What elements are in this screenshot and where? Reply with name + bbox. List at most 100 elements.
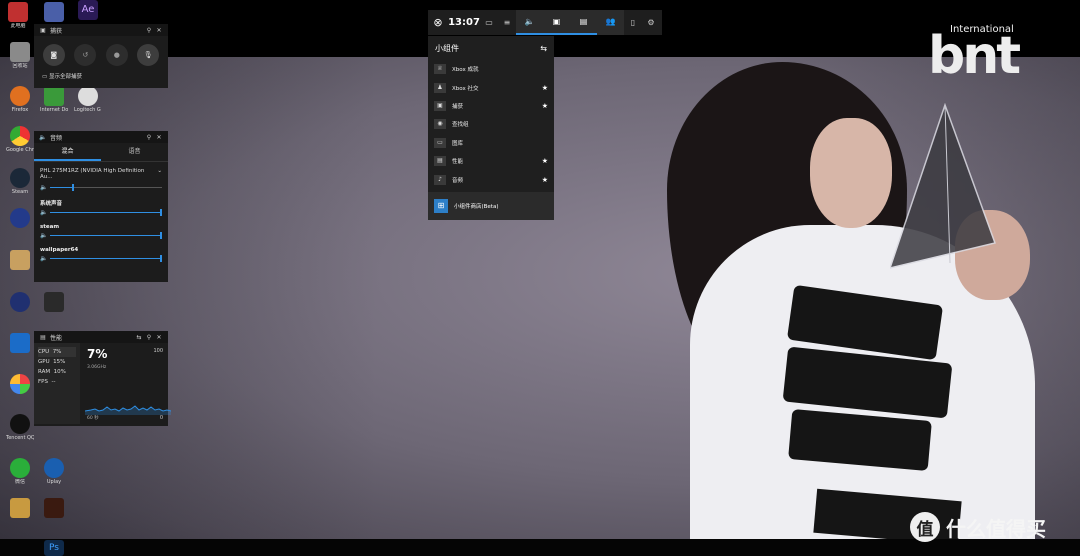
graph-max-label: 100 bbox=[153, 348, 163, 354]
wechat-icon bbox=[10, 458, 30, 478]
settings-icon[interactable]: ⇆ bbox=[134, 334, 144, 341]
record-last-button[interactable]: ↺ bbox=[74, 44, 97, 66]
star-icon[interactable]: ★ bbox=[542, 176, 548, 184]
desktop-icon[interactable]: Firefox bbox=[6, 86, 34, 113]
app-icon bbox=[10, 208, 30, 228]
widget-item-social[interactable]: ♟ Xbox 社交 ★ bbox=[428, 78, 554, 96]
desktop-icon-label: Google Chrome bbox=[6, 147, 34, 153]
mouse-icon[interactable]: ▯ bbox=[624, 18, 642, 27]
panel-title: 性能 bbox=[50, 334, 63, 342]
widget-store-button[interactable]: ⊞ 小组件商店(Beta) bbox=[428, 192, 554, 220]
show-all-label: 显示全部捕获 bbox=[48, 74, 82, 80]
desktop-icon[interactable] bbox=[6, 333, 34, 353]
master-volume-slider[interactable]: 🔈 bbox=[34, 182, 168, 193]
widget-tabs: 🔈 ▣ ▤ 👥 bbox=[516, 10, 624, 35]
desktop-icon[interactable] bbox=[40, 292, 68, 312]
stat-gpu[interactable]: GPU 15% bbox=[38, 357, 76, 367]
widget-item-audio[interactable]: ♪ 音频 ★ bbox=[428, 170, 554, 188]
desktop-icon[interactable] bbox=[6, 250, 34, 270]
desktop-icon[interactable]: Steam bbox=[6, 168, 34, 195]
app-volume-slider[interactable]: 🔈 bbox=[34, 253, 168, 264]
desktop-icon-label: Logitech G HUB bbox=[74, 107, 102, 113]
desktop-icon[interactable]: 微信 bbox=[6, 458, 34, 485]
widget-item-performance[interactable]: ▤ 性能 ★ bbox=[428, 152, 554, 170]
capture-title-bar[interactable]: ▣ 捕获 ⚲ ✕ bbox=[34, 24, 168, 36]
star-icon[interactable]: ★ bbox=[542, 84, 548, 92]
desktop-icon[interactable]: Ps bbox=[40, 540, 68, 556]
widget-item-achievements[interactable]: ♕ Xbox 成就 bbox=[428, 60, 554, 78]
close-icon[interactable]: ✕ bbox=[154, 334, 164, 341]
capture-icon[interactable]: ▣ bbox=[543, 10, 570, 35]
app-name: wallpaper64 bbox=[40, 247, 79, 253]
star-icon[interactable]: ★ bbox=[542, 157, 548, 165]
menu-icon[interactable]: ≡ bbox=[498, 18, 516, 27]
cpu-usage-line bbox=[85, 405, 171, 415]
desktop-icon[interactable] bbox=[6, 292, 34, 312]
capture-widget: ▣ 捕获 ⚲ ✕ ◙ ↺ ● 🎙 ▭ 显示全部捕获 bbox=[34, 24, 168, 88]
performance-icon: ▤ bbox=[40, 333, 46, 341]
tab-voice[interactable]: 语音 bbox=[101, 143, 168, 161]
xbox-icon[interactable]: ⊗ bbox=[428, 16, 448, 29]
pin-icon[interactable]: ⚲ bbox=[144, 134, 154, 141]
record-button[interactable]: ● bbox=[105, 44, 128, 66]
xbox-social-icon[interactable]: 👥 bbox=[597, 10, 624, 35]
graph-duration: 60 秒 bbox=[87, 416, 99, 421]
pin-icon[interactable]: ⚲ bbox=[144, 27, 154, 34]
glass-pyramid-prop bbox=[890, 103, 996, 269]
steam-icon bbox=[10, 168, 30, 188]
desktop-icon[interactable] bbox=[40, 498, 68, 518]
watermark-icon: 值 bbox=[910, 512, 940, 542]
desktop-icon-label: Firefox bbox=[11, 107, 29, 113]
perf-stat-list: CPU 7% GPU 15% RAM 10% FPS -- bbox=[34, 343, 80, 424]
widget-item-capture[interactable]: ▣ 捕获 ★ bbox=[428, 97, 554, 115]
pin-icon[interactable]: ⚲ bbox=[144, 334, 154, 341]
desktop-icon[interactable]: Tencent QQ bbox=[6, 414, 34, 441]
desktop-icon[interactable]: 回收站 bbox=[6, 42, 34, 69]
app-volume-slider[interactable]: 🔈 bbox=[34, 230, 168, 241]
chevron-down-icon: ⌄ bbox=[157, 168, 162, 174]
performance-icon[interactable]: ▤ bbox=[570, 10, 597, 35]
desktop-icon-label: Steam bbox=[11, 189, 29, 195]
gallery-icon: ▭ bbox=[42, 74, 48, 80]
close-icon[interactable]: ✕ bbox=[154, 27, 164, 34]
desktop-icon-label: Internet Download bbox=[40, 107, 68, 113]
desktop-icon[interactable] bbox=[6, 208, 34, 228]
gear-icon[interactable]: ⚙ bbox=[642, 18, 660, 27]
logitech-icon bbox=[78, 86, 98, 106]
desktop-icon[interactable]: 此电脑 bbox=[4, 2, 32, 29]
social-icon: ♟ bbox=[434, 82, 446, 93]
mic-toggle-button[interactable]: 🎙 bbox=[137, 44, 160, 66]
audio-title-bar[interactable]: 🔈 音频 ⚲ ✕ bbox=[34, 131, 168, 143]
stat-fps[interactable]: FPS -- bbox=[38, 377, 76, 387]
performance-title-bar[interactable]: ▤ 性能 ⇆ ⚲ ✕ bbox=[34, 331, 168, 343]
customize-icon[interactable]: ⇆ bbox=[540, 44, 547, 53]
volume-icon: 🔈 bbox=[40, 232, 48, 239]
gallery-icon: ▭ bbox=[434, 137, 446, 148]
output-device-select[interactable]: PHL 275M1RZ (NVIDIA High Definition Au..… bbox=[34, 162, 168, 182]
desktop-icon[interactable]: Google Chrome bbox=[6, 126, 34, 153]
audio-icon[interactable]: 🔈 bbox=[516, 10, 543, 35]
stat-cpu[interactable]: CPU 7% bbox=[38, 347, 76, 357]
desktop-icon[interactable]: Logitech G HUB bbox=[74, 86, 102, 113]
widget-item-lfg[interactable]: ◉ 查找组 bbox=[428, 115, 554, 133]
desktop-icon[interactable] bbox=[6, 498, 34, 518]
battery-icon: ▭ bbox=[485, 18, 493, 27]
screenshot-button[interactable]: ◙ bbox=[42, 44, 65, 66]
desktop-icon[interactable]: Internet Download bbox=[40, 86, 68, 113]
close-icon[interactable]: ✕ bbox=[154, 134, 164, 141]
app-volume-slider[interactable]: 🔈 bbox=[34, 207, 168, 218]
star-icon[interactable]: ★ bbox=[542, 102, 548, 110]
clock: 13:07 bbox=[448, 17, 480, 28]
show-all-captures-link[interactable]: ▭ 显示全部捕获 bbox=[34, 70, 168, 82]
stat-ram[interactable]: RAM 10% bbox=[38, 367, 76, 377]
tab-mix[interactable]: 混合 bbox=[34, 143, 101, 161]
widget-item-label: 图库 bbox=[452, 140, 464, 147]
desktop-icon[interactable] bbox=[6, 374, 34, 394]
audio-icon: 🔈 bbox=[39, 133, 47, 141]
app-icon bbox=[10, 292, 30, 312]
desktop-icon[interactable]: Uplay bbox=[40, 458, 68, 485]
widget-item-label: Xbox 社交 bbox=[452, 85, 479, 92]
widget-item-gallery[interactable]: ▭ 图库 bbox=[428, 134, 554, 152]
desktop-icon[interactable]: Ae bbox=[74, 0, 102, 20]
desktop-icon[interactable] bbox=[40, 2, 68, 22]
